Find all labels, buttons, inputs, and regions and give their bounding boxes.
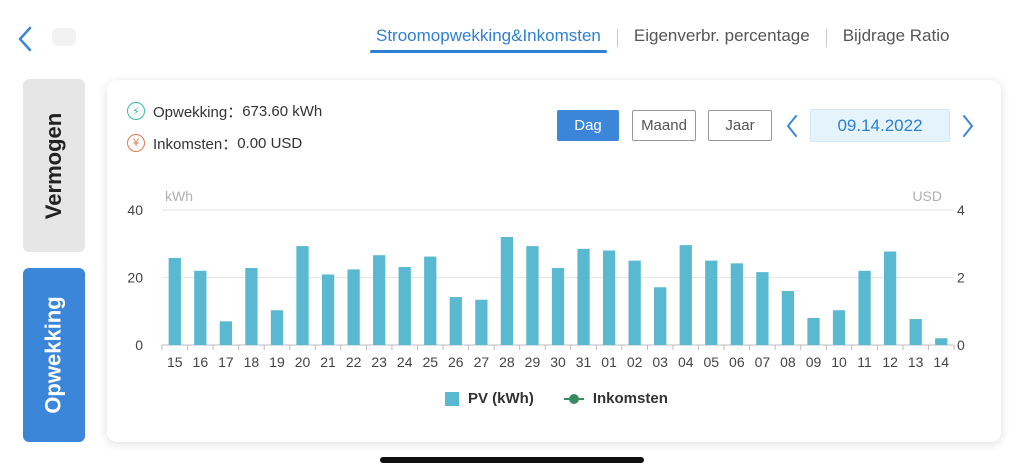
tab-self-consumption[interactable]: Eigenverbr. percentage bbox=[634, 26, 810, 46]
x-tick-label: 12 bbox=[882, 354, 898, 370]
legend-line-marker bbox=[563, 393, 584, 404]
pv-bar bbox=[321, 274, 335, 345]
y-tick-label-right: 4 bbox=[957, 202, 965, 218]
y-tick-label-right: 2 bbox=[957, 270, 965, 286]
x-tick-label: 30 bbox=[550, 354, 566, 370]
sidebar-item-label: Vermogen bbox=[41, 112, 66, 219]
chevron-left-icon bbox=[18, 26, 32, 52]
x-tick-label: 02 bbox=[627, 354, 643, 370]
x-tick-label: 20 bbox=[295, 354, 311, 370]
pv-bar bbox=[730, 263, 743, 345]
sidebar-item-vermogen[interactable]: Vermogen bbox=[23, 79, 85, 252]
y-tick-label-left: 40 bbox=[127, 202, 143, 218]
pv-bar bbox=[270, 310, 284, 345]
pv-bar bbox=[500, 237, 514, 345]
x-tick-label: 07 bbox=[755, 354, 771, 370]
pv-bar bbox=[705, 260, 718, 345]
chart-legend: PV (kWh) Inkomsten bbox=[445, 390, 698, 407]
x-tick-label: 29 bbox=[525, 354, 541, 370]
pv-bar bbox=[654, 287, 667, 345]
tab-contribution-ratio[interactable]: Bijdrage Ratio bbox=[843, 26, 950, 46]
left-unit-label: kWh bbox=[165, 188, 193, 204]
pv-bar bbox=[424, 256, 437, 345]
x-tick-label: 01 bbox=[601, 354, 617, 370]
x-tick-label: 10 bbox=[831, 354, 847, 370]
x-tick-label: 08 bbox=[780, 354, 796, 370]
tab-divider bbox=[825, 29, 827, 47]
x-tick-label: 16 bbox=[193, 354, 209, 370]
y-tick-label-right: 0 bbox=[957, 337, 965, 353]
pv-bar bbox=[781, 291, 795, 345]
pv-bar bbox=[935, 338, 948, 345]
x-tick-label: 14 bbox=[933, 354, 949, 370]
y-tick-label-left: 20 bbox=[127, 270, 143, 286]
x-tick-label: 22 bbox=[346, 354, 362, 370]
x-tick-label: 09 bbox=[806, 354, 822, 370]
pv-bar bbox=[296, 246, 309, 345]
x-tick-label: 15 bbox=[167, 354, 183, 370]
pv-bar bbox=[909, 319, 922, 345]
pv-bar bbox=[807, 318, 820, 345]
x-tick-label: 05 bbox=[704, 354, 720, 370]
legend-item-income[interactable]: Inkomsten bbox=[563, 390, 668, 407]
x-tick-label: 18 bbox=[244, 354, 260, 370]
generation-bar-chart: kWh USD 0204002415 16 17 18 19 20 21 22 23 24 25 26… bbox=[127, 188, 965, 370]
pv-bar bbox=[347, 269, 360, 345]
pv-bar bbox=[168, 257, 181, 345]
home-indicator bbox=[380, 457, 644, 463]
x-tick-label: 26 bbox=[448, 354, 464, 370]
back-button[interactable] bbox=[14, 24, 38, 54]
pv-bar bbox=[526, 246, 539, 345]
x-tick-label: 13 bbox=[908, 354, 924, 370]
x-tick-label: 03 bbox=[652, 354, 668, 370]
sidebar-item-opwekking[interactable]: Opwekking bbox=[23, 268, 85, 442]
pv-bar bbox=[883, 251, 897, 345]
pv-bar bbox=[551, 268, 565, 345]
x-tick-label: 21 bbox=[320, 354, 336, 370]
pv-bar bbox=[858, 270, 871, 345]
legend-label: PV (kWh) bbox=[468, 390, 534, 407]
x-tick-label: 31 bbox=[576, 354, 592, 370]
x-tick-label: 23 bbox=[371, 354, 387, 370]
pv-bar bbox=[245, 268, 258, 345]
sidebar-item-label: Opwekking bbox=[41, 296, 67, 414]
pv-bar bbox=[577, 248, 590, 345]
x-tick-label: 24 bbox=[397, 354, 413, 370]
pv-bar bbox=[398, 267, 411, 345]
x-tick-label: 19 bbox=[269, 354, 285, 370]
pv-bar bbox=[449, 297, 462, 345]
tab-divider bbox=[616, 29, 618, 47]
blurred-title bbox=[52, 28, 76, 46]
pv-bar bbox=[832, 310, 846, 345]
x-tick-label: 17 bbox=[218, 354, 234, 370]
x-tick-label: 27 bbox=[474, 354, 490, 370]
legend-item-pv[interactable]: PV (kWh) bbox=[445, 390, 534, 407]
chart-card: ⚡ Opwekking： 673.60 kWh ¥ Inkomsten： 0.0… bbox=[107, 80, 1001, 442]
pv-bar bbox=[475, 299, 488, 345]
legend-swatch bbox=[445, 391, 459, 406]
pv-bar bbox=[679, 245, 692, 345]
x-tick-label: 28 bbox=[499, 354, 515, 370]
pv-bar bbox=[756, 272, 769, 345]
right-unit-label: USD bbox=[912, 188, 942, 204]
pv-bar bbox=[373, 255, 386, 345]
pv-bar bbox=[194, 270, 207, 345]
pv-bar bbox=[219, 321, 233, 345]
top-tabs: Stroomopwekking&Inkomsten Eigenverbr. pe… bbox=[370, 26, 950, 56]
pv-bar bbox=[628, 260, 641, 345]
x-tick-label: 04 bbox=[678, 354, 694, 370]
y-tick-label-left: 0 bbox=[135, 337, 143, 353]
pv-bar bbox=[602, 250, 616, 345]
x-tick-label: 25 bbox=[422, 354, 438, 370]
x-tick-label: 11 bbox=[857, 354, 872, 370]
x-tick-label: 06 bbox=[729, 354, 745, 370]
tab-generation-income[interactable]: Stroomopwekking&Inkomsten bbox=[370, 26, 607, 53]
legend-label: Inkomsten bbox=[592, 390, 668, 407]
